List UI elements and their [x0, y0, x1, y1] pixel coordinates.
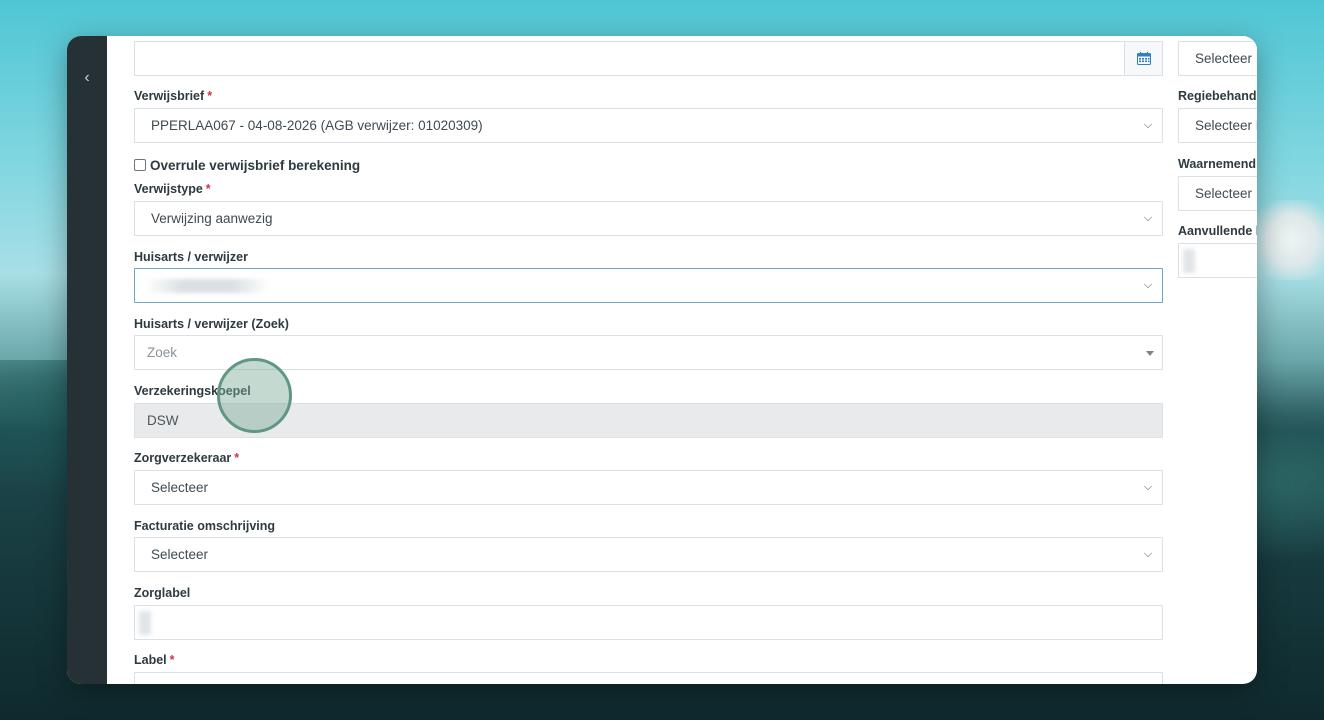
- redacted-value: [139, 611, 151, 635]
- huisarts-select[interactable]: ⌵: [134, 268, 1163, 303]
- regiebehandelaar-select[interactable]: Selecteer E: [1178, 108, 1257, 143]
- chevron-down-icon: ⌵: [1143, 548, 1153, 560]
- huisarts-label: Huisarts / verwijzer: [134, 250, 248, 264]
- regiebehandelaar-label: Regiebehande: [1178, 89, 1257, 103]
- facturatie-label: Facturatie omschrijving: [134, 519, 276, 533]
- verwijstype-label: Verwijstype *: [134, 182, 211, 196]
- calendar-button[interactable]: [1124, 42, 1162, 75]
- chevron-down-icon: ⌵: [1143, 212, 1153, 224]
- overrule-checkbox-row[interactable]: Overrule verwijsbrief berekening: [134, 157, 360, 173]
- waarnemend-select[interactable]: Selecteer: [1178, 176, 1257, 211]
- chevron-down-icon: ⌵: [1143, 119, 1153, 131]
- caret-down-icon: [1146, 351, 1154, 356]
- verwijsbrief-label: Verwijsbrief *: [134, 89, 213, 103]
- label-label: Label *: [134, 653, 175, 667]
- waarnemend-label: Waarnemend: [1178, 157, 1257, 171]
- side-top-select[interactable]: Selecteer: [1178, 41, 1257, 76]
- label-input[interactable]: [134, 672, 1163, 684]
- huisarts-zoek-label: Huisarts / verwijzer (Zoek): [134, 317, 289, 331]
- chevron-down-icon: ⌵: [1143, 279, 1153, 291]
- zorgverzekeraar-select[interactable]: Selecteer ⌵: [134, 470, 1163, 505]
- click-indicator: [217, 358, 292, 433]
- zorglabel-label: Zorglabel: [134, 586, 191, 600]
- redacted-value: [1183, 249, 1195, 273]
- facturatie-select[interactable]: Selecteer ⌵: [134, 537, 1163, 572]
- verwijsbrief-select[interactable]: PPERLAA067 - 04-08-2026 (AGB verwijzer: …: [134, 108, 1163, 143]
- sidebar-collapse-icon[interactable]: ‹: [79, 70, 95, 86]
- huisarts-zoek-input[interactable]: Zoek: [134, 335, 1163, 370]
- date-input[interactable]: [134, 41, 1163, 76]
- sidebar: ‹: [67, 36, 107, 684]
- aanvullende-input[interactable]: [1178, 243, 1257, 278]
- zorglabel-input[interactable]: [134, 605, 1163, 640]
- overrule-label: Overrule verwijsbrief berekening: [150, 157, 361, 173]
- redacted-value: [145, 279, 270, 293]
- content-area: Verwijsbrief * PPERLAA067 - 04-08-2026 (A…: [107, 36, 1257, 684]
- calendar-icon: [1137, 52, 1151, 65]
- overrule-checkbox[interactable]: [134, 159, 146, 171]
- right-column: Selecteer Regiebehande Selecteer E Waarn…: [1178, 36, 1257, 684]
- chevron-down-icon: ⌵: [1143, 481, 1153, 493]
- verwijstype-select[interactable]: Verwijzing aanwezig ⌵: [134, 201, 1163, 236]
- zorgverzekeraar-label: Zorgverzekeraar *: [134, 451, 240, 465]
- aanvullende-label: Aanvullende b: [1178, 224, 1257, 238]
